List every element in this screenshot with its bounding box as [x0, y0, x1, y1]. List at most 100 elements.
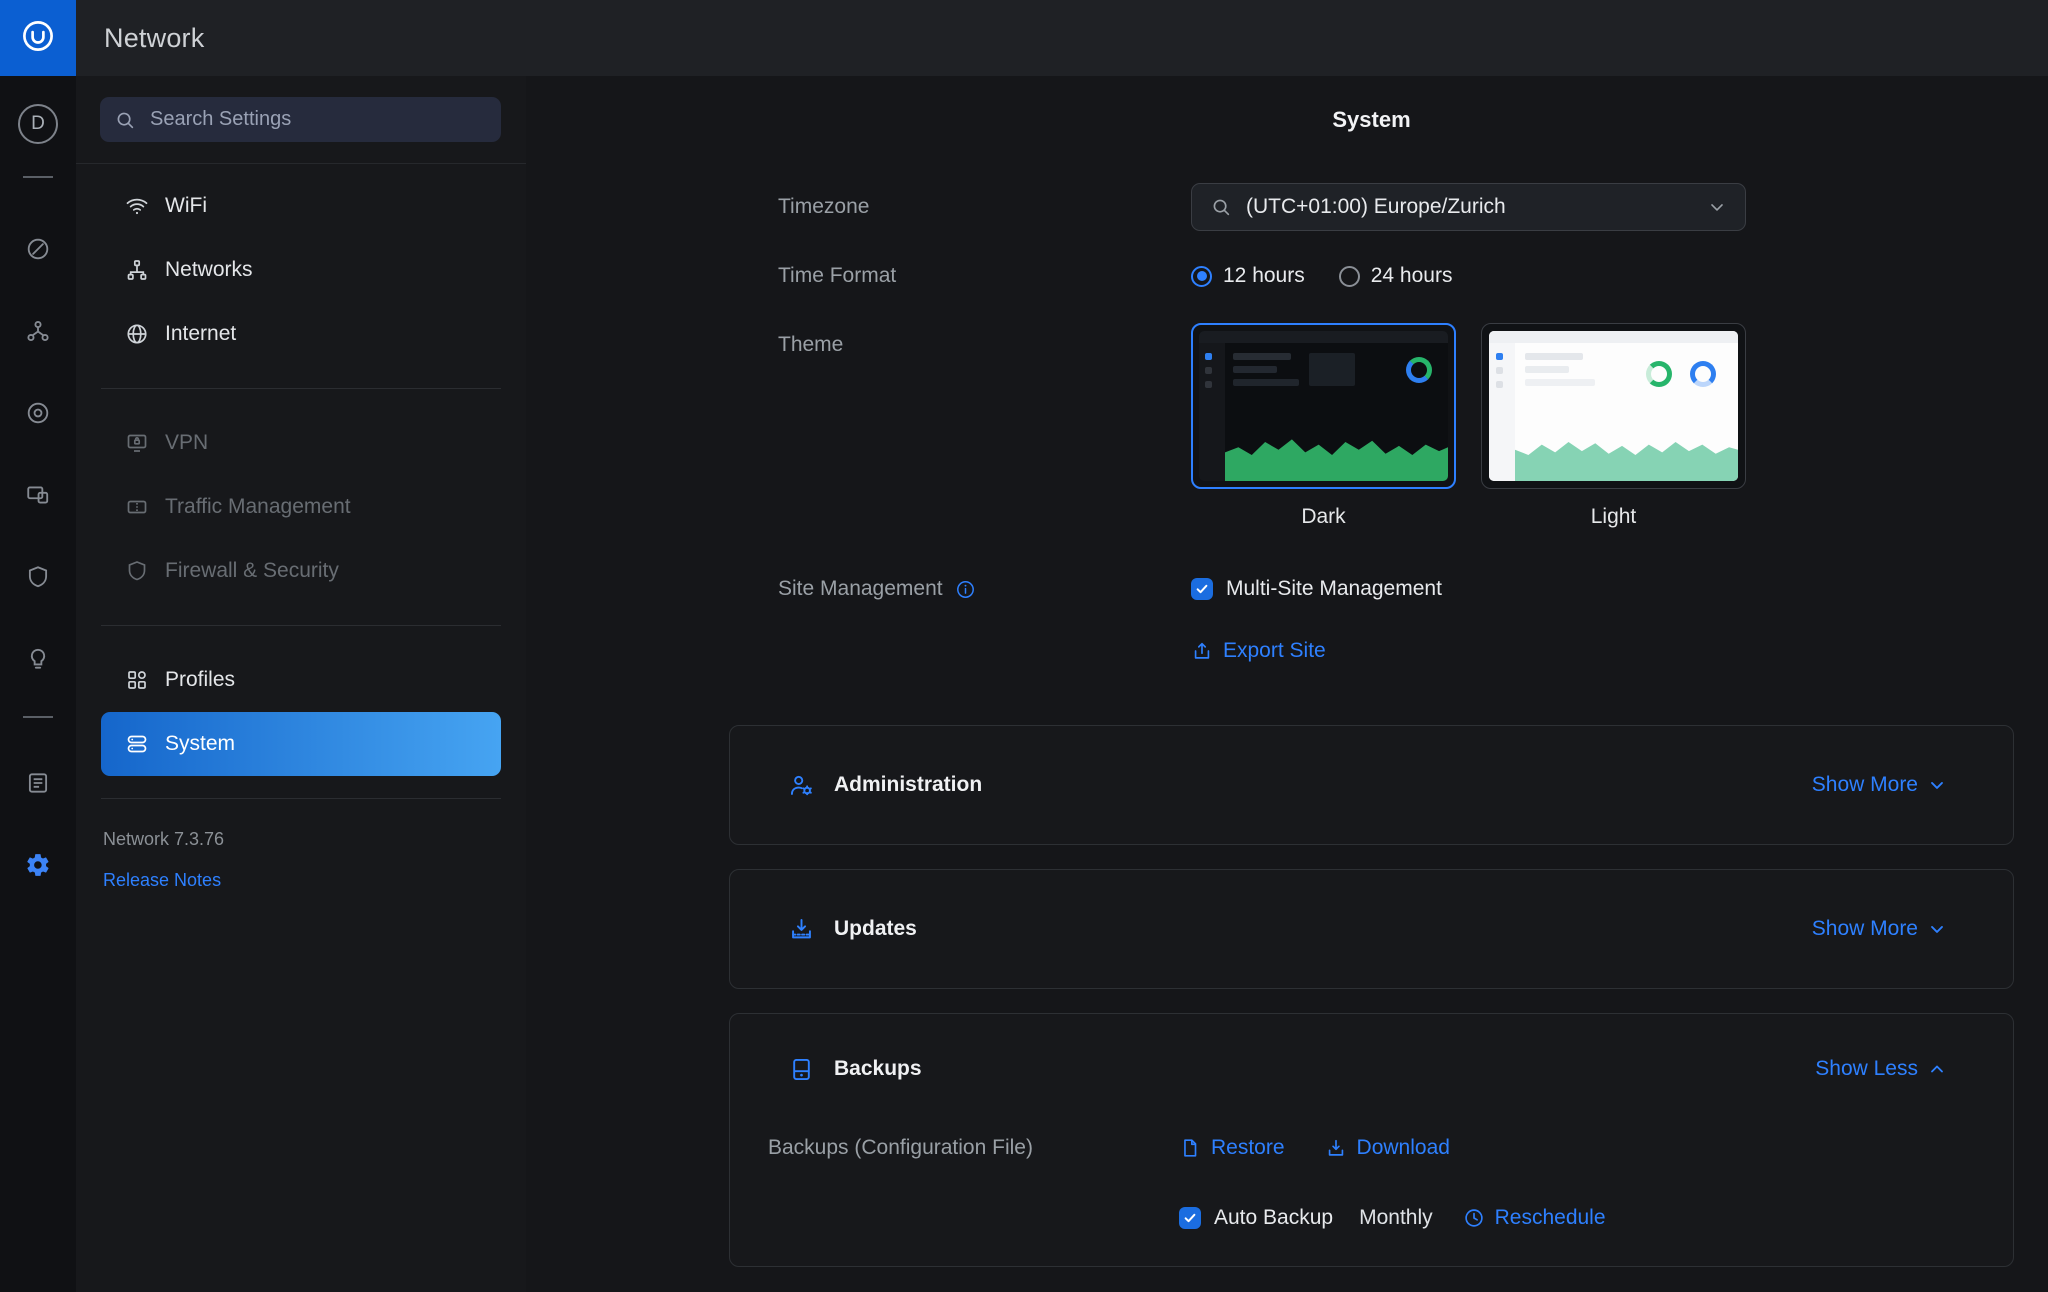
- timezone-label: Timezone: [778, 195, 1191, 219]
- preview-decoration: [1690, 361, 1716, 387]
- rail-divider: [23, 176, 53, 178]
- updates-show-more[interactable]: Show More: [1812, 917, 1947, 941]
- settings-gear-icon[interactable]: [25, 852, 51, 878]
- system-icon: [125, 732, 149, 756]
- console-avatar[interactable]: D: [18, 104, 58, 144]
- reschedule-label: Reschedule: [1495, 1206, 1606, 1230]
- auto-backup-label: Auto Backup: [1214, 1206, 1333, 1230]
- chevron-down-icon: [1927, 775, 1947, 795]
- preview-decoration: [1646, 361, 1672, 387]
- wifi-icon: [125, 194, 149, 218]
- settings-nav: WiFi Networks Internet VPN: [76, 163, 526, 891]
- theme-label: Theme: [778, 323, 1191, 357]
- protect-shield-icon[interactable]: [25, 564, 51, 590]
- backups-config-label: Backups (Configuration File): [768, 1136, 1179, 1160]
- show-more-label: Show More: [1812, 773, 1918, 797]
- theme-preview-light: [1481, 323, 1746, 489]
- updates-title: Updates: [834, 917, 917, 941]
- auto-backup-checkbox-group[interactable]: Auto Backup: [1179, 1206, 1333, 1230]
- export-site-link[interactable]: Export Site: [1191, 639, 1326, 663]
- restore-button[interactable]: Restore: [1179, 1136, 1285, 1160]
- release-notes-link[interactable]: Release Notes: [103, 870, 221, 891]
- target-app-icon[interactable]: [25, 400, 51, 426]
- sidebar-item-wifi[interactable]: WiFi: [101, 174, 501, 238]
- sidebar-item-profiles[interactable]: Profiles: [101, 648, 501, 712]
- preview-area-chart: [1515, 429, 1738, 481]
- checkbox-checked-icon: [1179, 1207, 1201, 1229]
- preview-decoration: [1199, 343, 1225, 481]
- info-icon[interactable]: [955, 579, 976, 600]
- administration-card: Administration Show More: [729, 725, 2014, 845]
- settings-search[interactable]: [100, 97, 501, 142]
- reschedule-link[interactable]: Reschedule: [1463, 1206, 1606, 1230]
- time-format-label: Time Format: [778, 264, 1191, 288]
- radio-label: 24 hours: [1371, 264, 1453, 288]
- radio-12-hours[interactable]: 12 hours: [1191, 264, 1305, 288]
- panel-header: System: [526, 76, 2014, 163]
- app-title: Network: [104, 23, 204, 54]
- download-button[interactable]: Download: [1325, 1136, 1450, 1160]
- devices-app-icon[interactable]: [25, 482, 51, 508]
- radio-24-hours[interactable]: 24 hours: [1339, 264, 1453, 288]
- profiles-icon: [125, 668, 149, 692]
- site-management-label-text: Site Management: [778, 577, 943, 601]
- site-management-row: Site Management Multi-Site Management: [778, 565, 2048, 613]
- export-site-row: Export Site: [778, 629, 2048, 673]
- administration-show-more[interactable]: Show More: [1812, 773, 1947, 797]
- theme-option-light[interactable]: Light: [1481, 323, 1746, 529]
- system-log-icon[interactable]: [25, 770, 51, 796]
- preview-decoration: [1199, 331, 1448, 343]
- version-text: Network 7.3.76: [103, 829, 501, 850]
- timezone-select[interactable]: (UTC+01:00) Europe/Zurich: [1191, 183, 1746, 231]
- backups-card: Backups Show Less Backups (Configuration…: [729, 1013, 2014, 1267]
- topology-app-icon[interactable]: [25, 318, 51, 344]
- console-dashboard-icon[interactable]: [25, 236, 51, 262]
- radio-unselected-icon: [1339, 266, 1360, 287]
- preview-decoration: [1496, 367, 1503, 374]
- sidebar-divider: [101, 625, 501, 626]
- backups-show-less[interactable]: Show Less: [1815, 1057, 1947, 1081]
- theme-option-dark[interactable]: Dark: [1191, 323, 1456, 529]
- auto-backup-row: Auto Backup Monthly Reschedule: [730, 1194, 2013, 1242]
- theme-dark-label: Dark: [1191, 505, 1456, 529]
- sidebar-item-traffic-management[interactable]: Traffic Management: [101, 475, 501, 539]
- theme-options: Dark: [1191, 323, 1746, 529]
- preview-decoration: [1205, 381, 1212, 388]
- chevron-down-icon: [1707, 197, 1727, 217]
- sidebar-item-internet[interactable]: Internet: [101, 302, 501, 366]
- sidebar-item-firewall-security[interactable]: Firewall & Security: [101, 539, 501, 603]
- multi-site-checkbox-group[interactable]: Multi-Site Management: [1191, 577, 1442, 601]
- topology-icon: [125, 258, 149, 282]
- search-input[interactable]: [148, 107, 487, 132]
- preview-decoration: [1309, 353, 1355, 386]
- preview-decoration: [1525, 353, 1583, 360]
- preview-decoration: [1233, 353, 1291, 360]
- preview-decoration: [1489, 331, 1738, 343]
- backup-frequency-value: Monthly: [1359, 1206, 1433, 1230]
- search-icon: [114, 109, 136, 131]
- unifi-logo-tile[interactable]: [0, 0, 76, 76]
- theme-light-label: Light: [1481, 505, 1746, 529]
- settings-sidebar: WiFi Networks Internet VPN: [76, 76, 526, 1292]
- unifi-logo-icon: [19, 17, 57, 60]
- topbar: Network: [76, 0, 2048, 76]
- insights-bulb-icon[interactable]: [25, 646, 51, 672]
- restore-label: Restore: [1211, 1136, 1285, 1160]
- show-less-label: Show Less: [1815, 1057, 1918, 1081]
- sidebar-item-system[interactable]: System: [101, 712, 501, 776]
- export-icon: [1191, 640, 1213, 662]
- site-management-label: Site Management: [778, 577, 1191, 601]
- vpn-icon: [125, 431, 149, 455]
- time-format-row: Time Format 12 hours 24 hours: [778, 253, 2048, 299]
- timezone-value: (UTC+01:00) Europe/Zurich: [1246, 195, 1707, 219]
- sidebar-item-vpn[interactable]: VPN: [101, 411, 501, 475]
- sidebar-item-networks[interactable]: Networks: [101, 238, 501, 302]
- sidebar-footer: Network 7.3.76 Release Notes: [101, 829, 501, 891]
- updates-header: Updates: [788, 916, 917, 943]
- backups-config-actions: Restore Download: [1179, 1136, 1450, 1160]
- shield-icon: [125, 559, 149, 583]
- preview-decoration: [1525, 379, 1595, 386]
- preview-decoration: [1233, 379, 1299, 386]
- multi-site-label: Multi-Site Management: [1226, 577, 1442, 601]
- sidebar-divider: [101, 798, 501, 799]
